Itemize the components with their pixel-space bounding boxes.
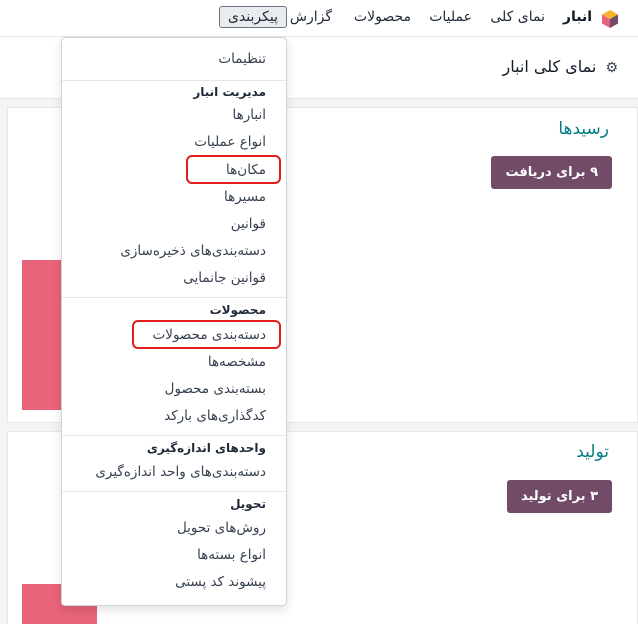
menu-header-units-of-measure: واحدهای اندازه‌گیری [146,441,266,455]
menu-divider [62,80,286,81]
menu-item-operation-types[interactable]: انواع عملیات [194,134,266,150]
menu-item-putaway-rules[interactable]: قوانین جانمایی [183,270,266,286]
menu-item-barcode-nomenclatures[interactable]: کدگذاری‌های بارکد [164,408,266,424]
menu-item-zip-prefix[interactable]: پیشوند کد پستی [175,574,266,590]
highlight-product-categories [132,320,281,349]
nav-overview[interactable]: نمای کلی [490,9,545,25]
nav-products[interactable]: محصولات [354,9,411,25]
menu-item-package-types[interactable]: انواع بسته‌ها [197,547,266,563]
app-name[interactable]: انبار [563,9,592,25]
menu-header-warehouse-management: مدیریت انبار [193,85,266,99]
menu-item-attributes[interactable]: مشخصه‌ها [208,354,266,370]
menu-divider [62,297,286,298]
manufacturing-to-process-button[interactable]: ۳ برای تولید [506,480,612,513]
breadcrumb: ⚙ نمای کلی انبار [502,57,618,76]
card-title-manufacturing[interactable]: تولید [576,442,609,462]
nav-configuration[interactable]: پیکربندی [218,6,287,28]
menu-item-routes[interactable]: مسیرها [224,189,266,205]
menu-divider [62,435,286,436]
menu-divider [62,491,286,492]
top-navbar: انبار نمای کلی عملیات محصولات گزارش پیکر… [0,0,638,37]
nav-reporting[interactable]: گزارش [290,9,332,25]
menu-item-delivery-methods[interactable]: روش‌های تحویل [177,520,266,536]
nav-operations[interactable]: عملیات [429,9,472,25]
menu-item-warehouses[interactable]: انبارها [233,107,266,123]
menu-item-product-packagings[interactable]: بسته‌بندی محصول [165,381,266,397]
menu-item-storage-categories[interactable]: دسته‌بندی‌های ذخیره‌سازی [120,243,266,259]
menu-header-delivery: تحویل [230,497,266,511]
gear-icon[interactable]: ⚙ [605,60,618,76]
page-title: نمای کلی انبار [502,57,597,76]
highlight-locations [186,155,281,184]
receipts-to-process-button[interactable]: ۹ برای دریافت [491,156,612,189]
app-logo-icon[interactable] [600,9,620,29]
menu-item-settings[interactable]: تنظیمات [218,51,266,67]
card-title-receipts[interactable]: رسیدها [558,119,609,139]
menu-item-uom-categories[interactable]: دسته‌بندی‌های واحد اندازه‌گیری [95,464,266,480]
menu-header-products: محصولات [209,303,266,317]
menu-item-rules[interactable]: قوانین [231,216,266,232]
